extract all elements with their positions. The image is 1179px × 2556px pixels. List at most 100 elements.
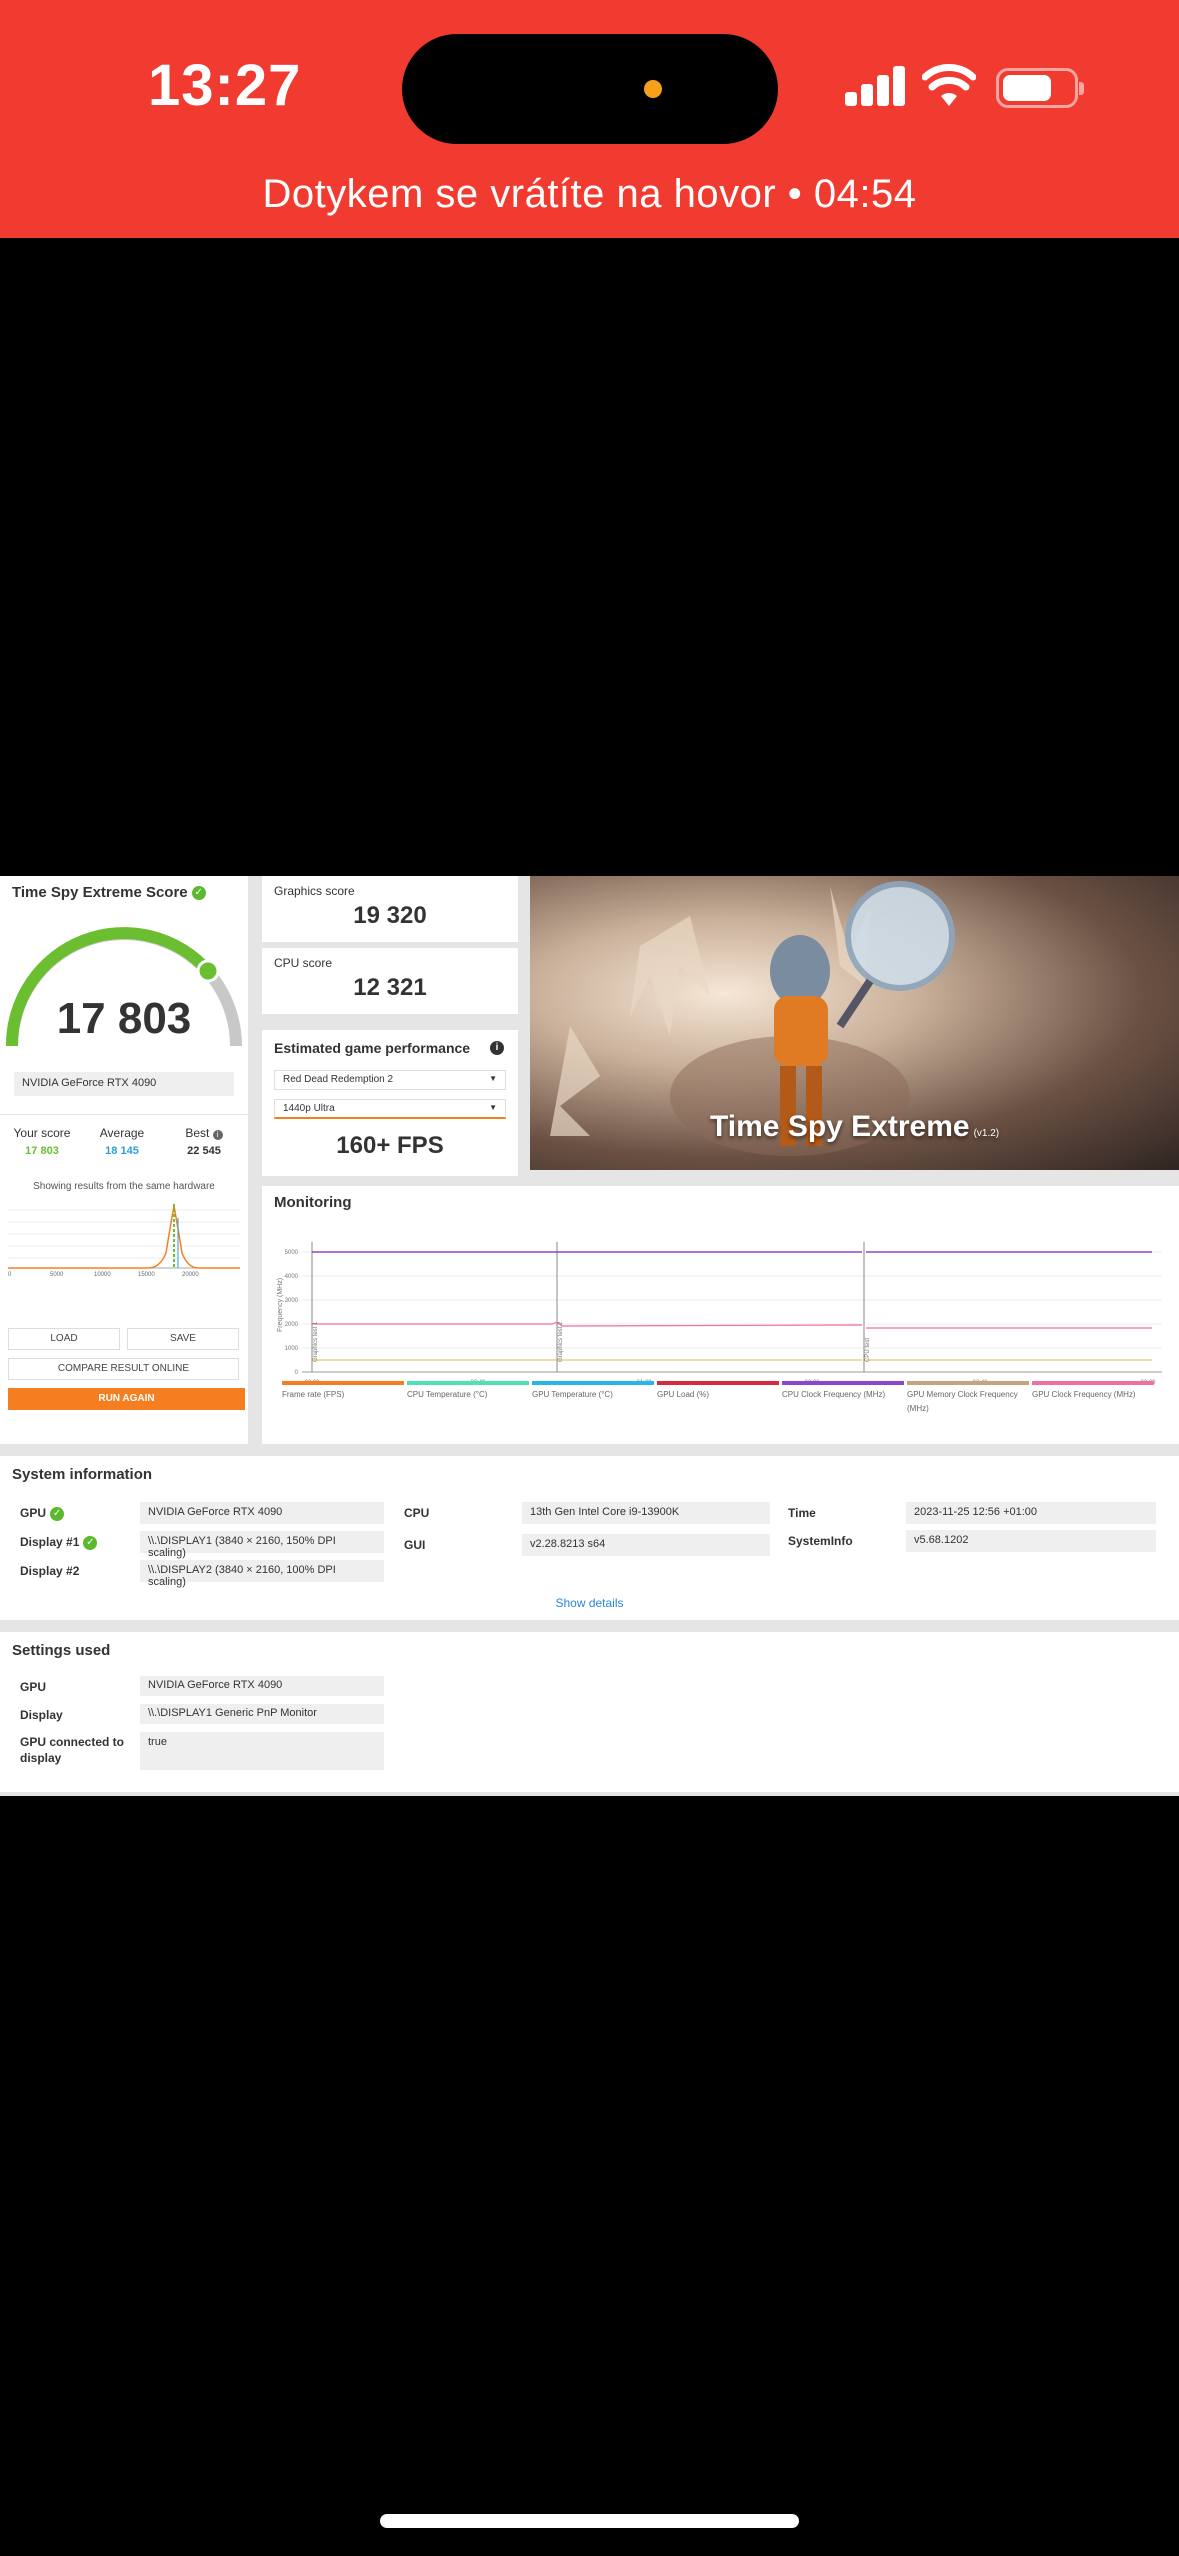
- set-display-label: Display: [20, 1708, 63, 1722]
- set-connected-label: GPU connected to display: [20, 1735, 125, 1765]
- cpu-score-label: CPU score: [274, 956, 333, 970]
- load-button[interactable]: LOAD: [8, 1328, 120, 1350]
- score-gpu-name: NVIDIA GeForce RTX 4090: [14, 1072, 234, 1096]
- show-details-link[interactable]: Show details: [0, 1596, 1179, 1610]
- estimated-game-performance-card: Estimated game performance i Red Dead Re…: [262, 1030, 518, 1176]
- y-tick: 2000: [285, 1322, 299, 1328]
- set-display-value: \\.\DISPLAY1 Generic PnP Monitor: [140, 1704, 384, 1724]
- y-tick: 5000: [285, 1250, 299, 1256]
- benchmark-result-screen: Time Spy Extreme Score ✓ 17 803 NVIDIA Ge…: [0, 876, 1179, 1796]
- your-score-label: Your score: [13, 1126, 71, 1140]
- wifi-icon: [922, 64, 976, 106]
- legend-item[interactable]: Frame rate (FPS): [282, 1381, 404, 1402]
- run-again-button[interactable]: RUN AGAIN: [8, 1388, 245, 1410]
- battery-icon: [996, 68, 1084, 108]
- info-icon[interactable]: i: [212, 1130, 223, 1140]
- battery-level: [1003, 75, 1051, 101]
- game-select[interactable]: Red Dead Redemption 2 ▼: [274, 1070, 506, 1090]
- legend-item[interactable]: GPU Temperature (°C): [532, 1381, 654, 1402]
- hist-tick: 0: [8, 1272, 12, 1278]
- preset-select[interactable]: 1440p Ultra ▼: [274, 1099, 506, 1119]
- legend-item[interactable]: GPU Clock Frequency (MHz): [1032, 1381, 1154, 1402]
- y-tick: 1000: [285, 1346, 299, 1352]
- sys-systeminfo-label: SystemInfo: [788, 1534, 853, 1548]
- system-information-title: System information: [12, 1466, 153, 1483]
- compare-online-button[interactable]: COMPARE RESULT ONLINE: [8, 1358, 239, 1380]
- sys-gpu-label: GPU ✓: [20, 1506, 65, 1521]
- legend-label: CPU Clock Frequency (MHz): [782, 1390, 886, 1399]
- status-time: 13:27: [148, 53, 302, 118]
- hist-tick: 20000: [182, 1272, 199, 1278]
- monitoring-card: Monitoring 5000 4000 3000 2000 1000 0 Fr…: [262, 1186, 1179, 1444]
- legend-swatch: [532, 1381, 654, 1385]
- settings-used-title: Settings used: [12, 1642, 111, 1659]
- hist-tick: 5000: [50, 1272, 64, 1278]
- set-gpu-value: NVIDIA GeForce RTX 4090: [140, 1676, 384, 1696]
- legend-item[interactable]: CPU Temperature (°C): [407, 1381, 529, 1402]
- y-tick: 0: [295, 1370, 299, 1376]
- sys-gui-value: v2.28.8213 s64: [522, 1534, 770, 1556]
- dynamic-island[interactable]: [402, 34, 778, 144]
- cpu-score-value: 12 321: [353, 974, 427, 1001]
- legend-label: GPU Memory Clock Frequency (MHz): [907, 1390, 1018, 1413]
- hist-tick: 10000: [94, 1272, 111, 1278]
- best-value: 22 545: [187, 1145, 221, 1157]
- system-information-card: System information GPU ✓ NVIDIA GeForce R…: [0, 1456, 1179, 1620]
- estimated-title: Estimated game performance: [274, 1040, 471, 1056]
- y-axis-label: Frequency (MHz): [277, 1278, 284, 1332]
- verified-check-icon: ✓: [191, 886, 206, 901]
- microphone-indicator-icon: [644, 80, 662, 98]
- sys-time-value: 2023-11-25 12:56 +01:00: [906, 1502, 1156, 1524]
- marker-label: Graphics test 2: [558, 1321, 564, 1362]
- average-label: Average: [99, 1126, 145, 1140]
- histogram-caption: Showing results from the same hardware: [33, 1181, 215, 1192]
- best-stat: Best i 22 545: [164, 1126, 244, 1157]
- verified-check-icon: ✓: [83, 1535, 98, 1550]
- gauge-marker: [196, 959, 220, 983]
- legend-label: CPU Temperature (°C): [407, 1390, 488, 1399]
- sys-gpu-value: NVIDIA GeForce RTX 4090: [140, 1502, 384, 1524]
- legend-swatch: [782, 1381, 904, 1385]
- legend-swatch: [1032, 1381, 1154, 1385]
- legend-label: GPU Temperature (°C): [532, 1390, 613, 1399]
- home-indicator[interactable]: [380, 2514, 799, 2528]
- legend-item[interactable]: CPU Clock Frequency (MHz): [782, 1381, 904, 1402]
- estimated-fps: 160+ FPS: [336, 1132, 444, 1159]
- sys-gui-label: GUI: [404, 1538, 426, 1552]
- y-tick: 3000: [285, 1298, 299, 1304]
- monitoring-chart: 5000 4000 3000 2000 1000 0 Frequency (MH…: [277, 1242, 1162, 1386]
- hero-title: Time Spy Extreme (v1.2): [710, 1110, 1000, 1143]
- benchmark-hero-image: Time Spy Extreme (v1.2): [530, 876, 1179, 1170]
- hist-tick: 15000: [138, 1272, 155, 1278]
- status-bar[interactable]: 13:27 Dotykem se vrátíte na hovor • 04:5…: [0, 0, 1179, 238]
- score-card: Time Spy Extreme Score ✓ 17 803 NVIDIA Ge…: [0, 876, 248, 1444]
- sys-cpu-label: CPU: [404, 1506, 430, 1520]
- settings-used-card: Settings used GPU NVIDIA GeForce RTX 409…: [0, 1632, 1179, 1792]
- sys-time-label: Time: [788, 1506, 816, 1520]
- overall-score: 17 803: [56, 994, 192, 1043]
- y-tick: 4000: [285, 1274, 299, 1280]
- chevron-down-icon: ▼: [489, 1074, 497, 1083]
- info-icon[interactable]: i: [490, 1041, 504, 1055]
- legend-item[interactable]: GPU Load (%): [657, 1381, 779, 1402]
- set-gpu-label: GPU: [20, 1680, 47, 1694]
- sys-display1-label: Display #1 ✓: [20, 1535, 98, 1550]
- return-to-call-banner[interactable]: Dotykem se vrátíte na hovor • 04:54: [0, 172, 1179, 217]
- your-score-stat: Your score 17 803: [2, 1126, 82, 1157]
- legend-item[interactable]: GPU Memory Clock Frequency (MHz): [907, 1381, 1029, 1416]
- legend-label: Frame rate (FPS): [282, 1390, 345, 1399]
- cellular-signal-icon: [845, 66, 907, 106]
- legend-swatch: [282, 1381, 404, 1385]
- marker-label: Graphics test 1: [313, 1321, 319, 1362]
- your-score-value: 17 803: [25, 1145, 59, 1157]
- series-gpu-clock: [312, 1321, 1152, 1329]
- preset-select-value: 1440p Ultra: [283, 1103, 335, 1114]
- average-stat: Average 18 145: [82, 1126, 162, 1157]
- sys-display2-label: Display #2: [20, 1564, 80, 1578]
- set-connected-value: true: [140, 1732, 384, 1770]
- graphics-score-label: Graphics score: [274, 884, 355, 898]
- legend-swatch: [407, 1381, 529, 1385]
- game-select-value: Red Dead Redemption 2: [283, 1074, 394, 1085]
- graphics-score-card: Graphics score 19 320: [262, 876, 518, 942]
- save-button[interactable]: SAVE: [127, 1328, 239, 1350]
